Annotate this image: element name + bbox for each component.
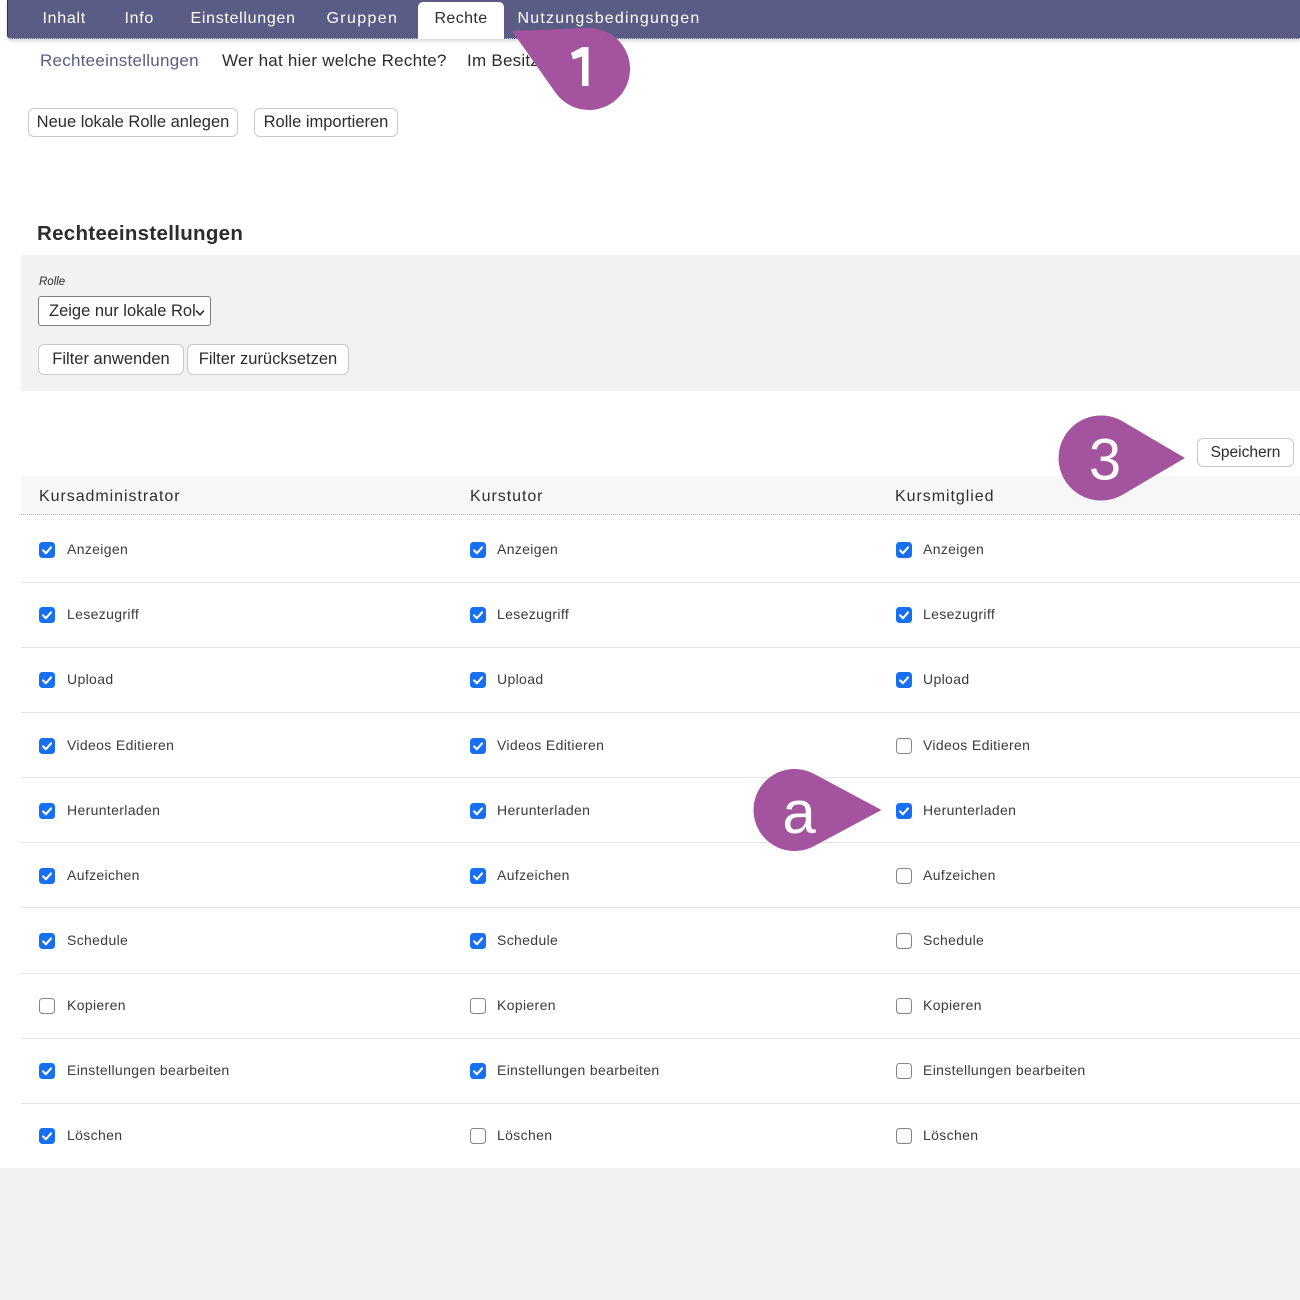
svg-text:a: a	[782, 779, 816, 846]
svg-text:3: 3	[1089, 428, 1121, 493]
